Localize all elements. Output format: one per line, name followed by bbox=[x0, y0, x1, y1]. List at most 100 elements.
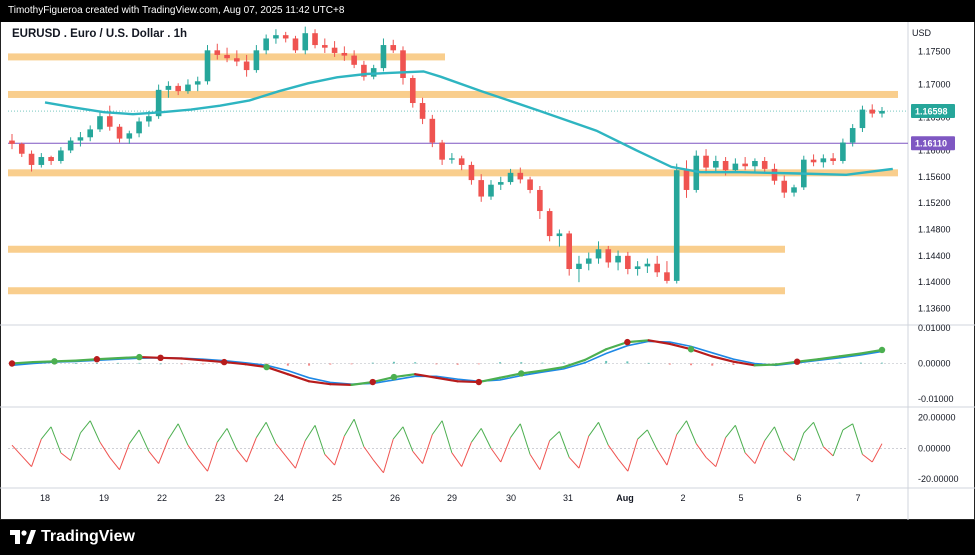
candle-body bbox=[165, 85, 172, 90]
osc-line-segment bbox=[519, 423, 531, 455]
candle-body bbox=[322, 45, 328, 48]
candle-body bbox=[263, 38, 269, 51]
candle-body bbox=[820, 158, 827, 163]
price-tick-label: 1.15600 bbox=[918, 172, 951, 182]
osc-line-segment bbox=[676, 420, 687, 435]
time-tick-label: 31 bbox=[563, 493, 573, 503]
macd-cross-marker bbox=[475, 378, 483, 386]
candle-body bbox=[9, 140, 15, 144]
candle-body bbox=[18, 143, 25, 154]
candle bbox=[673, 163, 680, 284]
candle bbox=[595, 241, 602, 264]
osc-line-segment bbox=[80, 420, 91, 434]
candle bbox=[781, 175, 788, 198]
candle bbox=[419, 97, 426, 125]
osc-line-segment bbox=[832, 429, 844, 457]
macd-cross-marker bbox=[793, 358, 801, 365]
candle-body bbox=[302, 33, 309, 51]
macd-histogram-bar bbox=[95, 362, 98, 364]
osc-line-segment bbox=[295, 440, 306, 469]
chart-canvas[interactable]: 1.175001.170001.165001.160001.156001.152… bbox=[0, 0, 975, 520]
candle-body bbox=[351, 55, 357, 65]
macd-histogram-bar bbox=[286, 363, 289, 366]
candle bbox=[683, 160, 690, 198]
osc-line-segment bbox=[558, 431, 570, 458]
candle bbox=[106, 105, 113, 131]
candle bbox=[126, 130, 133, 144]
candle-body bbox=[97, 116, 103, 130]
macd-cross-marker bbox=[157, 354, 164, 361]
macd-histogram-bar bbox=[371, 362, 374, 364]
brand-logo[interactable]: TradingView bbox=[10, 522, 135, 552]
candle-body bbox=[840, 142, 846, 161]
candle-body bbox=[713, 160, 719, 168]
candle bbox=[273, 29, 279, 44]
candle bbox=[497, 176, 504, 190]
candle-body bbox=[341, 52, 348, 56]
candle-body bbox=[722, 160, 729, 171]
candle-body bbox=[625, 255, 631, 270]
candle-body bbox=[771, 168, 778, 181]
candle bbox=[322, 38, 328, 53]
candle-body bbox=[605, 249, 612, 263]
candle-body bbox=[468, 164, 475, 181]
osc-line-segment bbox=[852, 423, 863, 455]
osc-line-segment bbox=[334, 435, 345, 466]
candle bbox=[67, 137, 74, 154]
price-tag-label: 1.16110 bbox=[915, 139, 947, 149]
osc-line-segment bbox=[314, 425, 326, 455]
candle-body bbox=[204, 50, 211, 82]
macd-histogram-bar bbox=[477, 363, 480, 365]
osc-line-segment bbox=[89, 420, 101, 443]
osc-line-segment bbox=[705, 457, 717, 467]
osc-line-segment bbox=[695, 443, 707, 458]
candle bbox=[478, 174, 485, 202]
time-tick-label: 6 bbox=[796, 493, 801, 503]
macd-tick-label: 0.00000 bbox=[918, 359, 951, 369]
candle bbox=[409, 75, 416, 108]
osc-line-segment bbox=[734, 425, 746, 454]
osc-line-segment bbox=[783, 450, 795, 461]
macd-histogram-bar bbox=[180, 363, 183, 365]
candle-body bbox=[497, 182, 504, 185]
macd-cross-marker bbox=[93, 356, 101, 363]
osc-line-segment bbox=[578, 435, 590, 469]
macd-cross-marker bbox=[878, 346, 886, 354]
candle bbox=[576, 255, 582, 283]
osc-line-segment bbox=[715, 437, 727, 467]
candle bbox=[585, 252, 592, 271]
candle-body bbox=[253, 50, 260, 71]
macd-cross-marker bbox=[263, 363, 270, 371]
candle-body bbox=[752, 160, 758, 167]
osc-line-segment bbox=[500, 437, 512, 463]
candle-body bbox=[419, 103, 426, 119]
osc-line-segment bbox=[226, 428, 238, 451]
candle bbox=[869, 104, 876, 118]
candle-body bbox=[830, 158, 836, 161]
candle-body bbox=[654, 263, 660, 273]
macd-histogram-bar bbox=[499, 362, 502, 364]
time-tick-label: Aug bbox=[616, 493, 634, 503]
candle-body bbox=[859, 109, 866, 129]
candle bbox=[234, 50, 240, 67]
candle-body bbox=[449, 158, 455, 160]
osc-line-segment bbox=[588, 421, 599, 437]
candle-body bbox=[673, 170, 680, 281]
macd-cross-marker bbox=[518, 370, 525, 377]
candle-body bbox=[67, 140, 74, 151]
candle bbox=[116, 124, 123, 143]
candle bbox=[58, 147, 64, 164]
candle-body bbox=[761, 160, 768, 169]
candle-body bbox=[781, 180, 788, 193]
osc-line-segment bbox=[842, 423, 853, 431]
osc-line-segment bbox=[871, 443, 883, 463]
moving-average-line bbox=[44, 70, 893, 177]
candle-body bbox=[615, 255, 621, 263]
candle bbox=[556, 229, 563, 247]
osc-line-segment bbox=[402, 426, 414, 452]
candle bbox=[830, 153, 836, 165]
osc-line-segment bbox=[754, 440, 766, 464]
footer-bar bbox=[0, 520, 975, 555]
osc-line-segment bbox=[813, 422, 824, 447]
resistance-zone bbox=[8, 245, 785, 253]
